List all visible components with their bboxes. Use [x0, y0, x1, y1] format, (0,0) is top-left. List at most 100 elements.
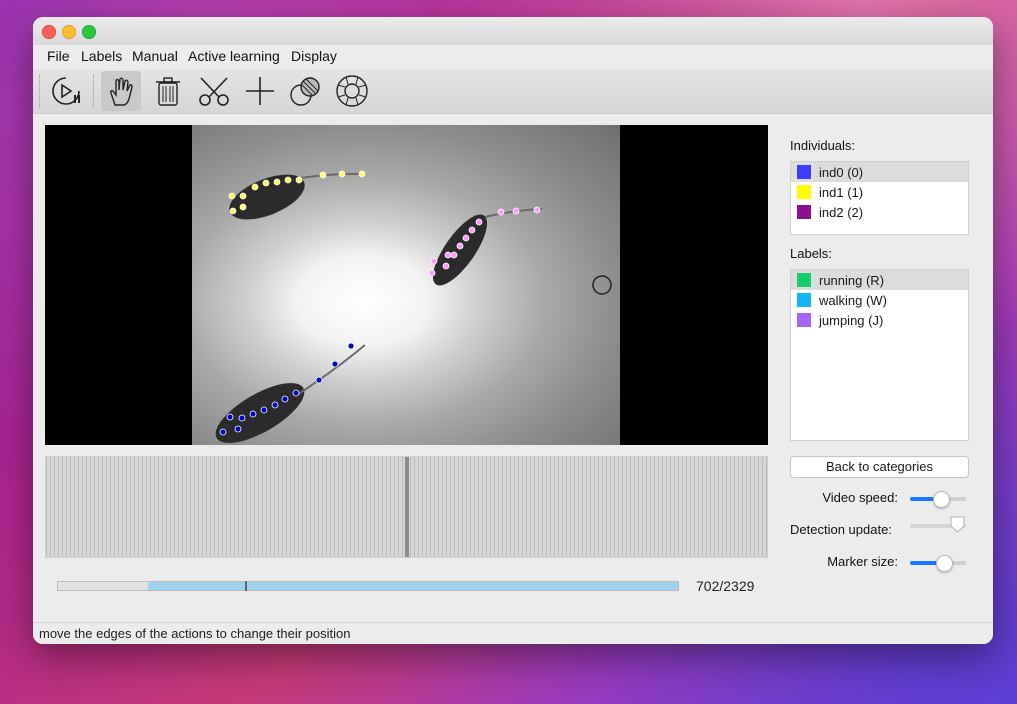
keypoint[interactable]	[284, 176, 292, 184]
keypoint[interactable]	[229, 207, 237, 215]
keypoint[interactable]	[475, 218, 483, 226]
minimize-window-button[interactable]	[62, 25, 76, 39]
timeline-current-frame-marker[interactable]	[405, 457, 409, 557]
keypoint[interactable]	[319, 171, 327, 179]
label-name: running (R)	[819, 272, 885, 288]
individual-label: ind2 (2)	[819, 204, 864, 220]
hand-tool-button[interactable]	[101, 71, 141, 111]
add-button[interactable]	[240, 71, 280, 111]
individual-label: ind0 (0)	[819, 164, 864, 180]
keypoint[interactable]	[512, 207, 520, 215]
keypoint[interactable]	[273, 178, 281, 186]
toolbar-separator	[93, 75, 95, 107]
back-to-categories-button[interactable]: Back to categories	[790, 456, 969, 478]
keypoint[interactable]	[315, 376, 323, 384]
menu-manual[interactable]: Manual	[132, 48, 178, 64]
scissors-icon	[199, 77, 229, 106]
keypoint[interactable]	[251, 183, 259, 191]
individuals-list[interactable]: ind0 (0) ind1 (1) ind2 (2)	[790, 161, 969, 235]
keypoint[interactable]	[456, 242, 464, 250]
keypoint[interactable]	[428, 269, 436, 277]
toolbar	[33, 69, 993, 114]
video-viewer[interactable]	[45, 125, 768, 445]
keypoint[interactable]	[260, 406, 268, 414]
maximize-window-button[interactable]	[82, 25, 96, 39]
color-swatch	[797, 273, 811, 287]
individual-item[interactable]: ind1 (1)	[791, 182, 968, 202]
menu-file[interactable]: File	[47, 48, 70, 64]
keypoint[interactable]	[219, 428, 227, 436]
menu-labels[interactable]: Labels	[81, 48, 122, 64]
labels-list[interactable]: running (R) walking (W) jumping (J)	[790, 269, 969, 441]
menu-bar: File Labels Manual Active learning Displ…	[33, 45, 993, 69]
marker-size-slider[interactable]	[910, 555, 966, 572]
keypoint[interactable]	[338, 170, 346, 178]
menu-display[interactable]: Display	[291, 48, 337, 64]
ball-icon	[290, 77, 320, 106]
cursor-indicator-icon	[592, 275, 612, 295]
mouse-body-ind2	[432, 214, 488, 286]
slider-knob[interactable]	[950, 516, 965, 533]
keypoint[interactable]	[295, 176, 303, 184]
keypoint[interactable]	[234, 425, 242, 433]
keypoint[interactable]	[444, 251, 452, 259]
individuals-title: Individuals:	[790, 138, 856, 153]
keypoint[interactable]	[239, 203, 247, 211]
play-pause-button[interactable]	[46, 71, 86, 111]
cut-button[interactable]	[194, 71, 234, 111]
individual-item[interactable]: ind0 (0)	[791, 162, 968, 182]
keypoint[interactable]	[292, 389, 300, 397]
keypoint[interactable]	[271, 401, 279, 409]
individual-item[interactable]: ind2 (2)	[791, 202, 968, 222]
plus-icon	[246, 77, 274, 105]
lifebuoy-icon	[336, 75, 368, 107]
keypoint[interactable]	[442, 262, 450, 270]
video-speed-label: Video speed:	[822, 490, 898, 505]
marker-size-label: Marker size:	[827, 554, 898, 569]
color-swatch	[797, 205, 811, 219]
keypoint[interactable]	[450, 251, 458, 259]
keypoint[interactable]	[468, 226, 476, 234]
keypoint[interactable]	[358, 170, 366, 178]
video-progress-bar[interactable]	[57, 581, 679, 591]
action-timeline[interactable]	[45, 456, 768, 558]
app-window: File Labels Manual Active learning Displ…	[33, 17, 993, 644]
video-speed-slider[interactable]	[910, 491, 966, 508]
help-button[interactable]	[332, 71, 372, 111]
label-name: jumping (J)	[819, 312, 884, 328]
delete-button[interactable]	[148, 71, 188, 111]
keypoint[interactable]	[239, 192, 247, 200]
progress-visible-window[interactable]	[147, 582, 678, 590]
label-item[interactable]: jumping (J)	[791, 310, 968, 330]
menu-active-learning[interactable]: Active learning	[188, 48, 280, 64]
keypoint[interactable]	[238, 414, 246, 422]
assign-button[interactable]	[286, 71, 326, 111]
keypoint[interactable]	[228, 192, 236, 200]
keypoint[interactable]	[462, 234, 470, 242]
color-swatch	[797, 165, 811, 179]
keypoint[interactable]	[497, 208, 505, 216]
keypoint[interactable]	[262, 179, 270, 187]
keypoint[interactable]	[249, 410, 257, 418]
trash-icon	[156, 77, 180, 106]
detection-update-slider[interactable]	[910, 516, 966, 533]
keypoint[interactable]	[226, 413, 234, 421]
keypoint[interactable]	[533, 206, 541, 214]
keypoint[interactable]	[331, 360, 339, 368]
frame-counter: 702/2329	[696, 578, 755, 594]
progress-cursor[interactable]	[244, 581, 247, 591]
keypoint[interactable]	[281, 395, 289, 403]
individual-label: ind1 (1)	[819, 184, 864, 200]
play-pause-icon	[52, 77, 80, 105]
keypoint[interactable]	[430, 257, 438, 265]
slider-knob[interactable]	[933, 491, 951, 508]
close-window-button[interactable]	[42, 25, 56, 39]
title-bar	[33, 17, 993, 45]
label-name: walking (W)	[819, 292, 887, 308]
slider-knob[interactable]	[936, 555, 954, 572]
mouse-body-ind1	[229, 174, 305, 220]
keypoint[interactable]	[347, 342, 355, 350]
label-item[interactable]: running (R)	[791, 270, 968, 290]
label-item[interactable]: walking (W)	[791, 290, 968, 310]
color-swatch	[797, 293, 811, 307]
